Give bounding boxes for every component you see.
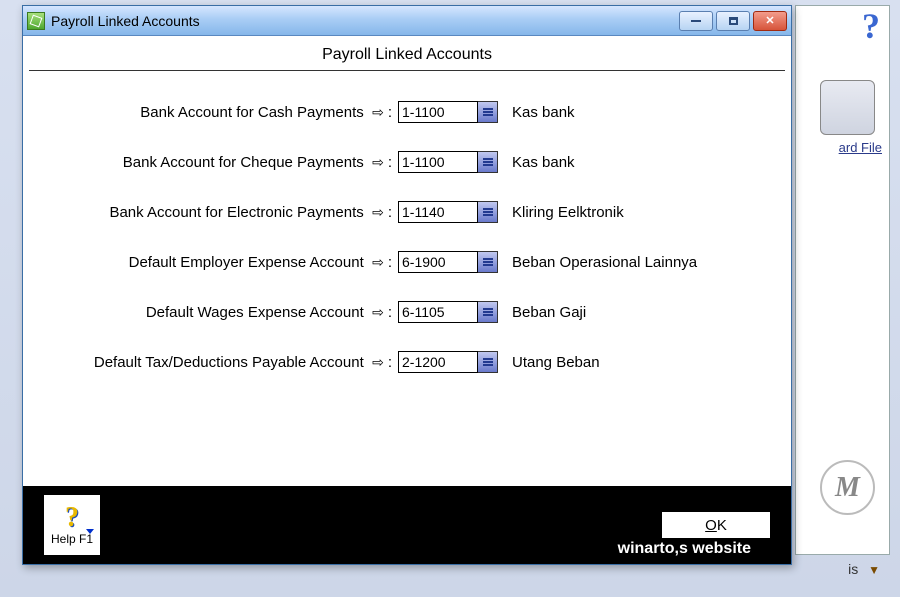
footer: ? Help F1 OK winarto,s website: [23, 486, 791, 564]
chevron-down-icon: ▼: [868, 563, 880, 577]
maximize-button[interactable]: [716, 11, 750, 31]
help-label: Help F1: [51, 532, 93, 546]
label-cheque-payments: Bank Account for Cheque Payments ⇨:: [43, 154, 398, 171]
row-employer-expense: Default Employer Expense Account ⇨: Beba…: [43, 251, 771, 273]
question-icon: ?: [65, 504, 79, 532]
label-cash-payments: Bank Account for Cash Payments ⇨:: [43, 104, 398, 121]
arrow-right-icon: ⇨: [372, 204, 384, 220]
label-tax-deductions: Default Tax/Deductions Payable Account ⇨…: [43, 354, 398, 371]
row-electronic-payments: Bank Account for Electronic Payments ⇨: …: [43, 201, 771, 223]
picker-employer-expense[interactable]: [478, 251, 498, 273]
chevron-down-icon: [86, 529, 94, 534]
minimize-button[interactable]: [679, 11, 713, 31]
input-employer-expense[interactable]: [398, 251, 478, 273]
window-body: Payroll Linked Accounts Bank Account for…: [23, 36, 791, 564]
row-cheque-payments: Bank Account for Cheque Payments ⇨: Kas …: [43, 151, 771, 173]
maximize-icon: [729, 17, 738, 25]
help-icon[interactable]: ?: [862, 5, 880, 47]
label-electronic-payments: Bank Account for Electronic Payments ⇨:: [43, 204, 398, 221]
background-menu-label: is: [848, 561, 858, 577]
help-button[interactable]: ? Help F1: [43, 494, 101, 556]
watermark: winarto,s website: [618, 540, 751, 558]
desc-cash-payments: Kas bank: [512, 104, 575, 121]
arrow-right-icon: ⇨: [372, 354, 384, 370]
input-electronic-payments[interactable]: [398, 201, 478, 223]
titlebar[interactable]: Payroll Linked Accounts ✕: [23, 6, 791, 36]
row-tax-deductions: Default Tax/Deductions Payable Account ⇨…: [43, 351, 771, 373]
input-tax-deductions[interactable]: [398, 351, 478, 373]
close-button[interactable]: ✕: [753, 11, 787, 31]
form: Bank Account for Cash Payments ⇨: Kas ba…: [23, 71, 791, 411]
row-cash-payments: Bank Account for Cash Payments ⇨: Kas ba…: [43, 101, 771, 123]
arrow-right-icon: ⇨: [372, 254, 384, 270]
window-title: Payroll Linked Accounts: [51, 13, 200, 29]
label-employer-expense: Default Employer Expense Account ⇨:: [43, 254, 398, 271]
arrow-right-icon: ⇨: [372, 304, 384, 320]
close-icon: ✕: [765, 14, 774, 27]
card-file-icon[interactable]: [820, 80, 875, 135]
card-file-label[interactable]: ard File: [839, 140, 882, 155]
myob-logo-icon: M: [820, 460, 875, 515]
picker-electronic-payments[interactable]: [478, 201, 498, 223]
desc-tax-deductions: Utang Beban: [512, 354, 600, 371]
ok-button[interactable]: OK: [661, 511, 771, 539]
background-menu[interactable]: is ▼: [848, 561, 880, 577]
panel-title: Payroll Linked Accounts: [29, 36, 785, 71]
payroll-linked-accounts-window: Payroll Linked Accounts ✕ Payroll Linked…: [22, 5, 792, 565]
desc-wages-expense: Beban Gaji: [512, 304, 586, 321]
app-icon: [27, 12, 45, 30]
picker-cash-payments[interactable]: [478, 101, 498, 123]
picker-wages-expense[interactable]: [478, 301, 498, 323]
input-cash-payments[interactable]: [398, 101, 478, 123]
label-wages-expense: Default Wages Expense Account ⇨:: [43, 304, 398, 321]
arrow-right-icon: ⇨: [372, 104, 384, 120]
minimize-icon: [691, 20, 701, 22]
desc-cheque-payments: Kas bank: [512, 154, 575, 171]
input-cheque-payments[interactable]: [398, 151, 478, 173]
arrow-right-icon: ⇨: [372, 154, 384, 170]
desc-electronic-payments: Kliring Eelktronik: [512, 204, 624, 221]
desc-employer-expense: Beban Operasional Lainnya: [512, 254, 697, 271]
picker-tax-deductions[interactable]: [478, 351, 498, 373]
picker-cheque-payments[interactable]: [478, 151, 498, 173]
input-wages-expense[interactable]: [398, 301, 478, 323]
window-controls: ✕: [679, 11, 787, 31]
row-wages-expense: Default Wages Expense Account ⇨: Beban G…: [43, 301, 771, 323]
